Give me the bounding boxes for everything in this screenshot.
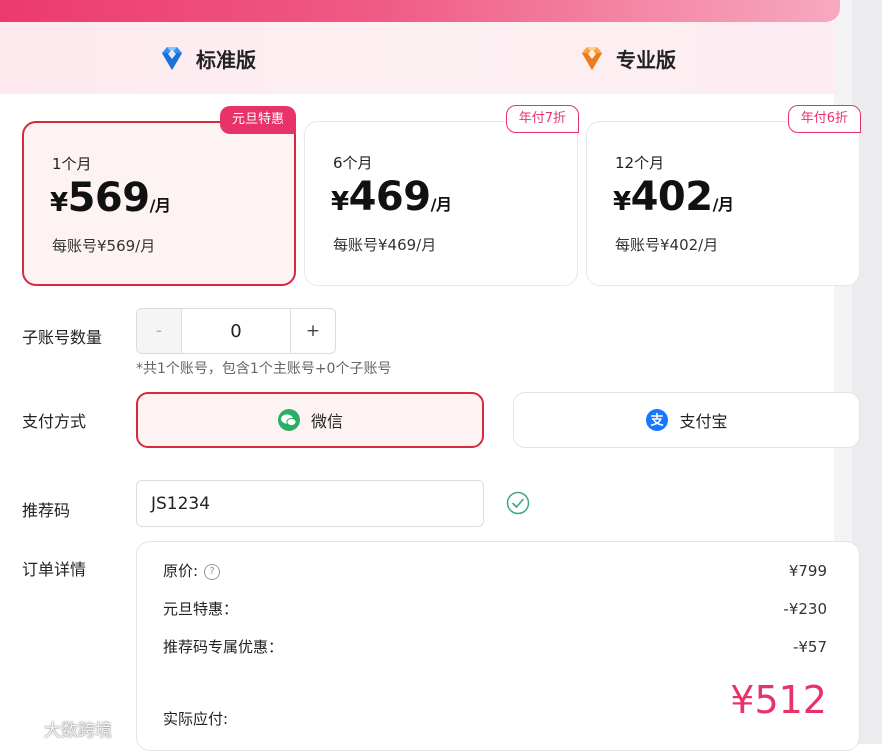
help-icon[interactable]: ? (204, 563, 221, 580)
tab-standard-label: 标准版 (196, 47, 256, 72)
plan-period: 1个月 (52, 155, 92, 173)
referral-discount-label: 推荐码专属优惠： (163, 638, 284, 656)
wechat-pay-option[interactable]: 微信 (136, 392, 484, 448)
promo-discount-row: 元旦特惠： -¥230 (163, 598, 827, 619)
promo-discount-value: -¥230 (783, 599, 827, 618)
watermark: 大数跨境 (10, 716, 112, 741)
referral-code-value: JS1234 (151, 493, 211, 514)
tab-pro-label: 专业版 (616, 47, 676, 72)
referral-discount-row: 推荐码专属优惠： -¥57 (163, 636, 827, 657)
wechat-label: 微信 (310, 412, 343, 431)
alipay-option[interactable]: 支 支付宝 (513, 392, 860, 448)
check-circle-icon (506, 491, 530, 515)
discount-badge: 年付6折 (787, 105, 861, 133)
plan-card-1-month[interactable]: 元旦特惠 1个月 ¥569/月 每账号¥569/月 (22, 106, 296, 286)
discount-badge: 年付7折 (505, 105, 579, 133)
alipay-label: 支付宝 (679, 412, 728, 431)
total-amount: ¥512 (730, 678, 827, 722)
total-row: 实际应付: (163, 708, 827, 729)
plan-price: ¥569/月 (50, 175, 171, 221)
account-note: *共1个账号，包含1个主账号+0个子账号 (136, 361, 392, 377)
order-summary: 原价:? ¥799 元旦特惠： -¥230 推荐码专属优惠： -¥57 实际应付… (136, 541, 860, 751)
total-label: 实际应付: (163, 710, 229, 728)
watermark-text: 大数跨境 (44, 721, 112, 741)
promo-badge: 元旦特惠 (219, 106, 296, 134)
decrement-button[interactable]: - (137, 309, 182, 353)
tab-standard[interactable]: 标准版 (156, 22, 256, 94)
original-price-row: 原价:? ¥799 (163, 560, 827, 581)
increment-button[interactable]: + (290, 309, 335, 353)
edition-tabs: 标准版 专业版 (0, 22, 836, 94)
order-details-label: 订单详情 (22, 560, 87, 579)
blue-diamond-icon (162, 47, 182, 70)
original-price-label: 原价: (163, 562, 199, 580)
sub-account-label: 子账号数量 (22, 328, 103, 347)
plan-price: ¥469/月 (331, 174, 452, 220)
sub-account-count[interactable]: 0 (182, 309, 290, 353)
wechat-icon (277, 409, 300, 431)
alipay-icon: 支 (646, 409, 669, 431)
referral-code-input[interactable]: JS1234 (136, 480, 484, 527)
plan-per-account: 每账号¥469/月 (333, 236, 437, 254)
plan-period: 12个月 (615, 154, 665, 172)
referral-label: 推荐码 (22, 501, 71, 520)
tab-pro[interactable]: 专业版 (576, 22, 676, 94)
plan-card-6-month[interactable]: 年付7折 6个月 ¥469/月 每账号¥469/月 (304, 105, 579, 286)
referral-discount-value: -¥57 (792, 637, 827, 656)
promo-discount-label: 元旦特惠： (163, 600, 239, 618)
sub-account-stepper: - 0 + (136, 308, 336, 354)
plan-per-account: 每账号¥569/月 (52, 237, 156, 255)
orange-diamond-icon (582, 47, 602, 70)
payment-label: 支付方式 (22, 412, 87, 431)
top-accent-bar (0, 0, 840, 22)
plan-card-12-month[interactable]: 年付6折 12个月 ¥402/月 每账号¥402/月 (586, 105, 861, 286)
plan-per-account: 每账号¥402/月 (615, 236, 719, 254)
original-price-value: ¥799 (788, 561, 827, 580)
plan-period: 6个月 (333, 154, 373, 172)
svg-text:支: 支 (650, 413, 665, 429)
plan-price: ¥402/月 (613, 174, 734, 220)
watermark-logo-icon (11, 721, 39, 736)
